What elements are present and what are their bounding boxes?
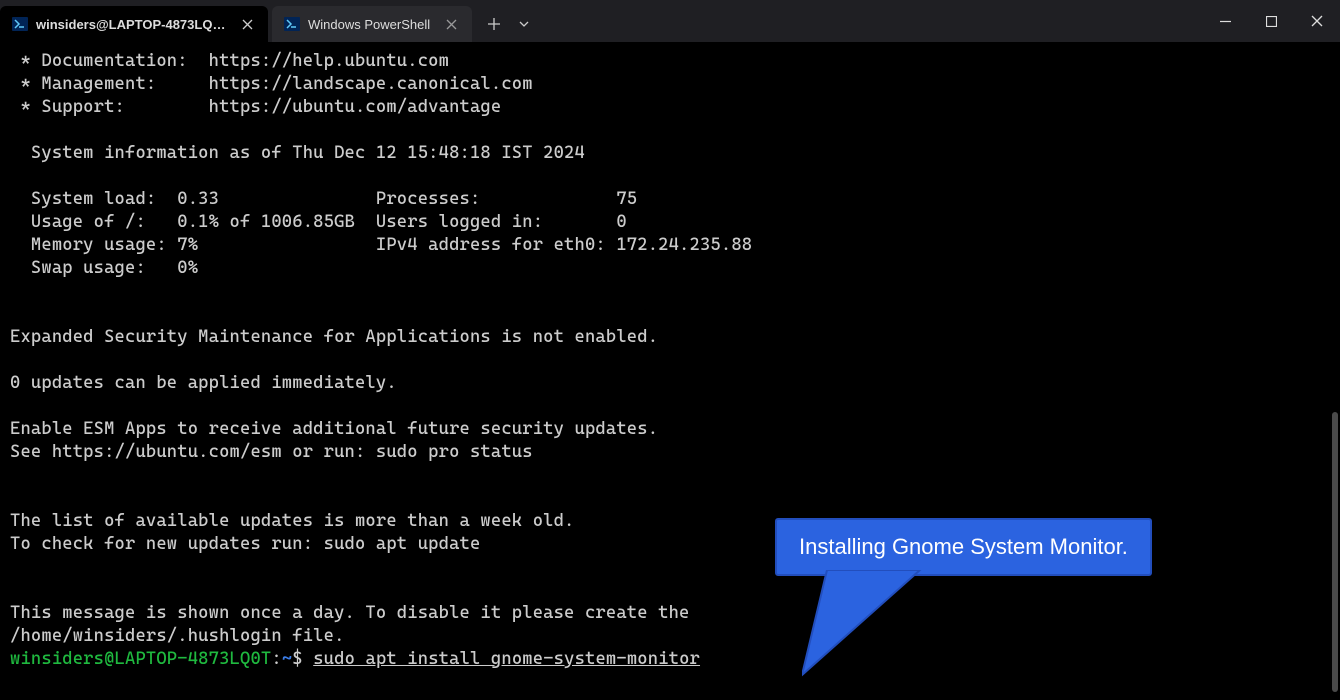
tab-title: Windows PowerShell	[308, 17, 430, 32]
close-icon[interactable]	[238, 15, 256, 33]
close-icon[interactable]	[442, 15, 460, 33]
prompt-dollar: $	[292, 649, 313, 669]
maximize-button[interactable]	[1248, 0, 1294, 42]
scrollbar[interactable]	[1330, 42, 1340, 700]
prompt-user: winsiders@LAPTOP-4873LQ0T	[10, 649, 271, 669]
powershell-icon	[284, 16, 300, 32]
chevron-down-icon[interactable]	[510, 8, 538, 40]
titlebar: winsiders@LAPTOP-4873LQ0T Windows PowerS…	[0, 0, 1340, 42]
callout-arrow-icon	[802, 570, 932, 680]
close-button[interactable]	[1294, 0, 1340, 42]
motd-text: * Documentation: https://help.ubuntu.com…	[10, 51, 752, 646]
command-text: sudo apt install gnome-system-monitor	[313, 649, 700, 669]
powershell-icon	[12, 16, 28, 32]
annotation-callout: Installing Gnome System Monitor.	[775, 518, 1152, 576]
minimize-button[interactable]	[1202, 0, 1248, 42]
new-tab-button[interactable]	[478, 8, 510, 40]
tab-inactive[interactable]: Windows PowerShell	[272, 6, 472, 42]
prompt-path: ~	[282, 649, 292, 669]
tab-title: winsiders@LAPTOP-4873LQ0T	[36, 17, 226, 32]
tabs-container: winsiders@LAPTOP-4873LQ0T Windows PowerS…	[0, 0, 1202, 42]
tab-active[interactable]: winsiders@LAPTOP-4873LQ0T	[0, 6, 268, 42]
callout-text: Installing Gnome System Monitor.	[775, 518, 1152, 576]
scrollbar-thumb[interactable]	[1332, 412, 1338, 692]
window-controls	[1202, 0, 1340, 42]
terminal-output[interactable]: * Documentation: https://help.ubuntu.com…	[0, 42, 1340, 679]
prompt-sep: :	[271, 649, 281, 669]
